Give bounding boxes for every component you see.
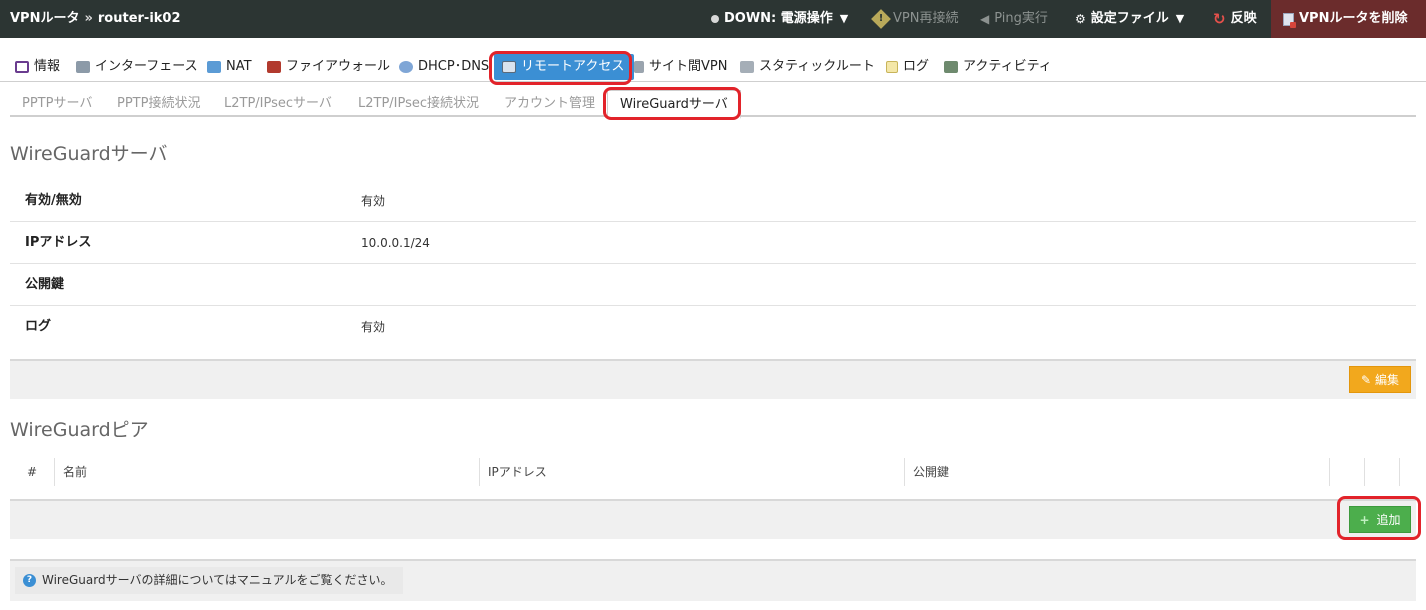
column-header-number: # <box>10 458 55 486</box>
nav-item-label: アクティビティ <box>963 59 1052 74</box>
nav-item-nat[interactable]: NAT <box>207 54 252 80</box>
caret-down-icon: ▼ <box>839 12 849 25</box>
info-text: WireGuardサーバの詳細についてはマニュアルをご覧ください。 <box>42 573 393 587</box>
breadcrumb: VPNルータ » router-ik02 <box>10 0 181 38</box>
firewall-icon <box>267 61 281 73</box>
ping-label: Ping実行 <box>994 11 1048 26</box>
server-settings-table: 有効/無効 有効 IPアドレス 10.0.0.1/24 公開鍵 ログ 有効 <box>10 180 1416 348</box>
setting-key: IPアドレス <box>25 235 92 250</box>
peers-section-title: WireGuardピア <box>10 419 149 441</box>
warning-icon <box>871 9 891 29</box>
nav-item-label: 情報 <box>34 59 61 74</box>
activity-icon <box>944 61 958 73</box>
main-nav: 情報 インターフェース NAT ファイアウォール DHCP･DNS リモートアク… <box>0 52 1426 82</box>
setting-key: 公開鍵 <box>25 277 65 292</box>
delete-document-icon <box>1283 12 1296 28</box>
server-actions-bar: ✎ 編集 <box>10 359 1416 399</box>
edit-label: 編集 <box>1374 373 1399 387</box>
nav-item-interface[interactable]: インターフェース <box>76 54 198 80</box>
setting-value: 有効 <box>361 320 386 334</box>
nav-item-label: ログ <box>903 59 930 74</box>
nav-item-label: スタティックルート <box>759 59 875 74</box>
settings-row: 公開鍵 <box>10 264 1416 306</box>
breadcrumb-separator: » <box>84 11 93 26</box>
setting-value: 有効 <box>361 194 386 208</box>
delete-router-button[interactable]: VPNルータを削除 <box>1271 0 1426 38</box>
power-menu-button[interactable]: DOWN: 電源操作 ▼ <box>711 0 848 38</box>
breadcrumb-current: router-ik02 <box>97 11 181 26</box>
question-icon: ? <box>23 574 36 587</box>
nav-item-label: ファイアウォール <box>286 59 391 74</box>
setting-key: 有効/無効 <box>25 193 82 208</box>
breadcrumb-root[interactable]: VPNルータ <box>10 11 79 26</box>
nat-icon <box>207 61 221 73</box>
nav-item-info[interactable]: 情報 <box>15 54 60 80</box>
vpn-reconnect-label: VPN再接続 <box>893 11 959 26</box>
setting-key: ログ <box>25 319 52 334</box>
column-header-name: 名前 <box>55 458 480 486</box>
edit-button[interactable]: ✎ 編集 <box>1349 366 1411 393</box>
tab-l2tp-status[interactable]: L2TP/IPsec接続状況 <box>358 90 479 117</box>
dhcp-dns-icon <box>399 61 413 73</box>
peers-actions-bar: + 追加 <box>10 499 1416 539</box>
tab-l2tp-server[interactable]: L2TP/IPsecサーバ <box>224 90 332 117</box>
reload-icon: ↻ <box>1213 10 1226 28</box>
delete-router-label: VPNルータを削除 <box>1299 11 1408 26</box>
nav-item-label: インターフェース <box>95 59 198 74</box>
wireguard-tab-highlight <box>603 87 741 120</box>
nav-item-label: DHCP･DNS <box>418 59 490 74</box>
settings-row: IPアドレス 10.0.0.1/24 <box>10 222 1416 264</box>
column-header-action-2 <box>1365 458 1400 486</box>
apply-button[interactable]: ↻ 反映 <box>1213 0 1257 38</box>
settings-row: 有効/無効 有効 <box>10 180 1416 222</box>
gear-icon: ⚙ <box>1075 12 1086 26</box>
apply-label: 反映 <box>1230 11 1257 26</box>
status-dot-icon <box>711 15 719 23</box>
tab-account-management[interactable]: アカウント管理 <box>504 90 595 117</box>
vpn-reconnect-button[interactable]: VPN再接続 <box>871 0 959 38</box>
log-icon <box>886 61 898 73</box>
tab-pptp-server[interactable]: PPTPサーバ <box>22 90 92 117</box>
info-icon <box>15 61 29 73</box>
remote-access-highlight <box>489 51 632 85</box>
nav-item-label: サイト間VPN <box>649 59 728 74</box>
nav-item-dhcp-dns[interactable]: DHCP･DNS <box>399 54 489 80</box>
column-header-action-1 <box>1330 458 1365 486</box>
column-header-public-key: 公開鍵 <box>905 458 1330 486</box>
peers-table-header: # 名前 IPアドレス 公開鍵 <box>10 450 1416 492</box>
static-route-icon <box>740 61 754 73</box>
nav-item-log[interactable]: ログ <box>886 54 929 80</box>
config-file-menu-button[interactable]: ⚙ 設定ファイル ▼ <box>1075 0 1184 38</box>
send-icon: ◀ <box>980 12 990 26</box>
nav-item-activity[interactable]: アクティビティ <box>944 54 1052 80</box>
setting-value: 10.0.0.1/24 <box>361 236 430 250</box>
nav-item-static-route[interactable]: スタティックルート <box>740 54 875 80</box>
config-file-label: 設定ファイル <box>1090 11 1169 26</box>
column-header-ip: IPアドレス <box>480 458 905 486</box>
caret-down-icon: ▼ <box>1175 12 1185 25</box>
ping-button[interactable]: ◀ Ping実行 <box>980 0 1048 38</box>
power-status-label: DOWN: 電源操作 <box>724 11 833 26</box>
site-vpn-icon <box>634 61 644 73</box>
pencil-icon: ✎ <box>1361 373 1372 387</box>
manual-info-note: ? WireGuardサーバの詳細についてはマニュアルをご覧ください。 <box>15 567 403 594</box>
top-bar: VPNルータ » router-ik02 DOWN: 電源操作 ▼ VPN再接続 ◀… <box>0 0 1426 38</box>
nav-item-label: NAT <box>226 59 252 74</box>
nav-item-site-vpn[interactable]: サイト間VPN <box>634 54 727 80</box>
nav-item-firewall[interactable]: ファイアウォール <box>267 54 390 80</box>
server-section-title: WireGuardサーバ <box>10 143 168 165</box>
interface-icon <box>76 61 90 73</box>
settings-row: ログ 有効 <box>10 306 1416 348</box>
add-button-highlight <box>1337 496 1421 540</box>
tab-pptp-status[interactable]: PPTP接続状況 <box>117 90 200 117</box>
